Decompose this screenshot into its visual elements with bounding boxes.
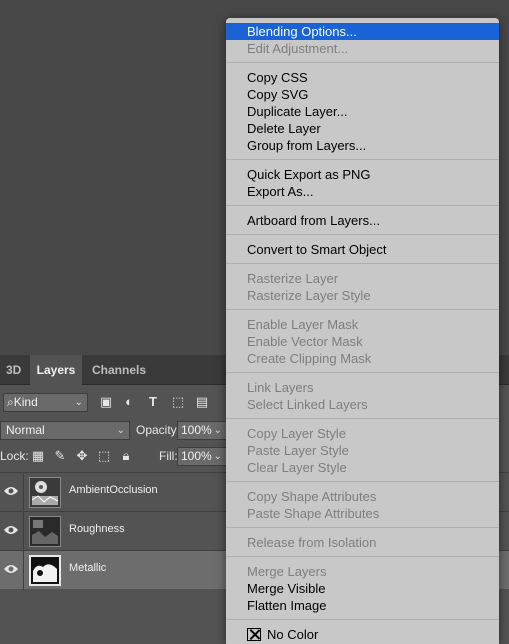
filter-kind-label: Kind xyxy=(13,395,38,409)
tab-channels[interactable]: Channels xyxy=(86,355,152,385)
menu-item-export-as[interactable]: Export As... xyxy=(226,183,499,200)
menu-item-no-color[interactable]: No Color xyxy=(226,626,499,643)
menu-divider xyxy=(226,556,499,557)
menu-item-rasterize-layer[interactable]: Rasterize Layer xyxy=(226,270,499,287)
smart-object-filter-icon[interactable]: ▤ xyxy=(194,394,210,410)
fill-label: Fill: xyxy=(159,449,178,463)
menu-divider xyxy=(226,263,499,264)
menu-item-enable-vector-mask[interactable]: Enable Vector Mask xyxy=(226,333,499,350)
menu-item-copy-svg[interactable]: Copy SVG xyxy=(226,86,499,103)
menu-item-artboard-from-layers[interactable]: Artboard from Layers... xyxy=(226,212,499,229)
menu-item-rasterize-layer-style[interactable]: Rasterize Layer Style xyxy=(226,287,499,304)
fill-field[interactable]: 100% ⌄ xyxy=(177,447,227,466)
menu-divider xyxy=(226,481,499,482)
artboard-nesting-icon[interactable]: ⬚ xyxy=(96,448,112,464)
menu-item-paste-shape-attributes[interactable]: Paste Shape Attributes xyxy=(226,505,499,522)
layer-thumbnail xyxy=(29,555,61,586)
menu-item-duplicate-layer[interactable]: Duplicate Layer... xyxy=(226,103,499,120)
blend-mode-value: Normal xyxy=(6,423,45,437)
menu-divider xyxy=(226,309,499,310)
chevron-down-icon: ⌄ xyxy=(213,425,222,436)
lock-position-icon[interactable]: ✥ xyxy=(74,448,90,464)
search-icon: ⌕ xyxy=(7,395,14,409)
menu-item-copy-shape-attributes[interactable]: Copy Shape Attributes xyxy=(226,488,499,505)
menu-item-merge-visible[interactable]: Merge Visible xyxy=(226,580,499,597)
layer-context-menu: Blending Options... Edit Adjustment... C… xyxy=(226,18,499,644)
chevron-down-icon: ⌄ xyxy=(116,425,125,436)
tab-layers[interactable]: Layers xyxy=(30,355,82,385)
lock-image-pixels-icon[interactable]: ✎ xyxy=(52,448,68,464)
fill-value: 100% xyxy=(181,449,212,463)
menu-item-quick-export-png[interactable]: Quick Export as PNG xyxy=(226,166,499,183)
menu-divider xyxy=(226,372,499,373)
chevron-down-icon: ⌄ xyxy=(213,451,222,462)
layer-name: AmbientOcclusion xyxy=(69,484,158,496)
menu-divider xyxy=(226,62,499,63)
opacity-field[interactable]: 100% ⌄ xyxy=(177,421,227,440)
menu-divider xyxy=(226,418,499,419)
menu-divider xyxy=(226,205,499,206)
menu-item-no-color-label: No Color xyxy=(267,627,319,642)
shape-filter-icon[interactable]: ⬚ xyxy=(170,394,186,410)
adjustment-filter-icon[interactable]: ◐ xyxy=(121,394,137,410)
menu-item-copy-css[interactable]: Copy CSS xyxy=(226,69,499,86)
menu-divider xyxy=(226,527,499,528)
opacity-label: Opacity: xyxy=(136,423,181,437)
blend-mode-select[interactable]: Normal ⌄ xyxy=(0,421,130,440)
eye-icon[interactable] xyxy=(3,485,19,497)
chevron-down-icon: ⌄ xyxy=(74,397,83,408)
menu-item-convert-to-smart-object[interactable]: Convert to Smart Object xyxy=(226,241,499,258)
eye-icon[interactable] xyxy=(3,563,19,575)
filter-kind-select[interactable]: ⌕Kind ⌄ xyxy=(3,393,88,412)
type-filter-icon[interactable]: T xyxy=(145,394,161,410)
tab-3d[interactable]: 3D xyxy=(0,355,30,385)
layer-thumbnail xyxy=(29,516,61,547)
menu-divider xyxy=(226,619,499,620)
menu-item-flatten-image[interactable]: Flatten Image xyxy=(226,597,499,614)
lock-transparent-pixels-icon[interactable]: ▦ xyxy=(30,448,46,464)
menu-item-edit-adjustment[interactable]: Edit Adjustment... xyxy=(226,40,499,57)
divider xyxy=(23,512,24,551)
menu-item-create-clipping-mask[interactable]: Create Clipping Mask xyxy=(226,350,499,367)
menu-item-select-linked-layers[interactable]: Select Linked Layers xyxy=(226,396,499,413)
menu-item-link-layers[interactable]: Link Layers xyxy=(226,379,499,396)
menu-item-group-from-layers[interactable]: Group from Layers... xyxy=(226,137,499,154)
layer-name: Roughness xyxy=(69,523,125,535)
menu-item-paste-layer-style[interactable]: Paste Layer Style xyxy=(226,442,499,459)
menu-divider xyxy=(226,159,499,160)
menu-item-blending-options[interactable]: Blending Options... xyxy=(226,23,499,40)
menu-item-clear-layer-style[interactable]: Clear Layer Style xyxy=(226,459,499,476)
opacity-value: 100% xyxy=(181,423,212,437)
divider xyxy=(23,473,24,512)
lock-label: Lock: xyxy=(0,449,29,463)
menu-item-enable-layer-mask[interactable]: Enable Layer Mask xyxy=(226,316,499,333)
layer-name: Metallic xyxy=(69,562,107,574)
menu-divider xyxy=(226,234,499,235)
eye-icon[interactable] xyxy=(3,524,19,536)
menu-item-merge-layers[interactable]: Merge Layers xyxy=(226,563,499,580)
checkbox-checked-icon xyxy=(247,628,261,641)
menu-item-delete-layer[interactable]: Delete Layer xyxy=(226,120,499,137)
divider xyxy=(23,551,24,590)
lock-all-icon[interactable]: 🔒︎ xyxy=(118,448,134,464)
menu-item-release-from-isolation[interactable]: Release from Isolation xyxy=(226,534,499,551)
image-filter-icon[interactable]: ▣ xyxy=(98,394,114,410)
menu-item-copy-layer-style[interactable]: Copy Layer Style xyxy=(226,425,499,442)
layer-thumbnail xyxy=(29,477,61,508)
